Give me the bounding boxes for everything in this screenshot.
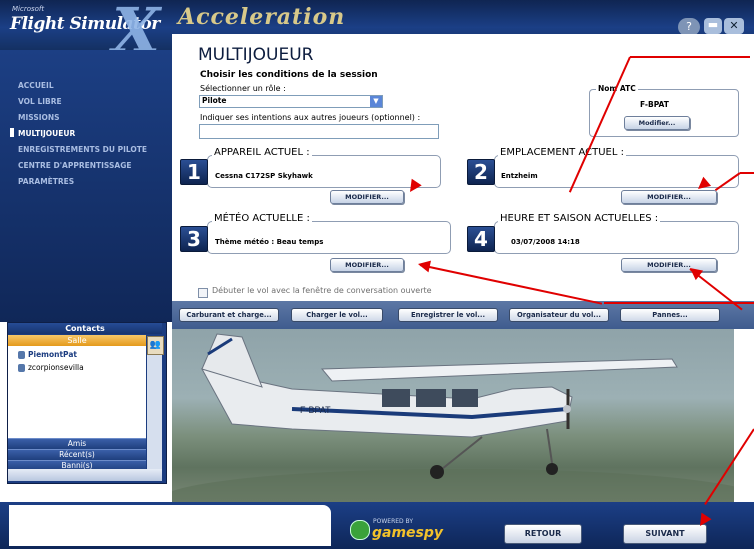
aircraft-preview-image: F-BPAT (172, 329, 734, 502)
add-contact-icon[interactable]: 👥 (147, 336, 164, 355)
time-section-title: HEURE ET SAISON ACTUELLES : (498, 213, 661, 224)
aircraft-value: Cessna C172SP Skyhawk (215, 172, 313, 180)
contact-list: PiemontPat zcorpionsevilla (8, 346, 146, 438)
fuel-payload-button[interactable]: Carburant et charge... (179, 308, 279, 322)
section-number-4: 4 (467, 226, 495, 252)
intentions-label: Indiquer ses intentions aux autres joueu… (200, 113, 421, 122)
chat-window-checkbox-label: Débuter le vol avec la fenêtre de conver… (212, 286, 432, 295)
weather-section-title: MÉTÉO ACTUELLE : (212, 213, 312, 224)
sidebar-nav (0, 50, 172, 322)
sidebar-item-centre-apprentissage[interactable]: CENTRE D'APPRENTISSAGE (18, 161, 131, 170)
atc-modify-button[interactable]: Modifier... (624, 116, 690, 130)
atc-name-value: F-BPAT (640, 100, 669, 109)
sidebar-item-enregistrements[interactable]: ENREGISTREMENTS DU PILOTE (18, 145, 147, 154)
page-title: MULTIJOUEUR (198, 45, 314, 65)
time-value: 03/07/2008 14:18 (511, 238, 580, 246)
close-icon[interactable]: ✕ (724, 18, 744, 34)
list-item[interactable]: PiemontPat (28, 350, 77, 359)
role-select-value: Pilote (202, 96, 227, 105)
role-select[interactable]: Pilote ▼ (199, 95, 383, 108)
powered-by-label: POWERED BY (373, 518, 414, 525)
intentions-input[interactable] (199, 124, 439, 139)
active-nav-marker (10, 128, 14, 137)
sidebar-item-parametres[interactable]: PARAMÈTRES (18, 177, 74, 186)
save-flight-button[interactable]: Enregistrer le vol... (398, 308, 498, 322)
chat-window-checkbox[interactable] (198, 288, 208, 298)
chevron-down-icon[interactable]: ▼ (370, 96, 382, 107)
section-number-2: 2 (467, 159, 495, 185)
annotation-line (740, 172, 754, 174)
cessna-illustration: F-BPAT (172, 333, 734, 502)
sidebar-item-missions[interactable]: MISSIONS (18, 113, 60, 122)
tab-salle[interactable]: Salle (8, 335, 146, 346)
location-section-title: EMPLACEMENT ACTUEL : (498, 147, 626, 158)
contacts-header[interactable]: Contacts (8, 323, 162, 334)
microsoft-wordmark: Microsoft (12, 5, 45, 13)
back-button[interactable]: RETOUR (504, 524, 582, 544)
location-value: Entzheim (501, 172, 538, 180)
weather-modify-button[interactable]: MODIFIER... (330, 258, 404, 272)
failures-button[interactable]: Pannes... (620, 308, 720, 322)
conditions-heading: Choisir les conditions de la session (200, 70, 378, 80)
tab-recents[interactable]: Récent(s) (8, 449, 146, 460)
section-number-3: 3 (180, 226, 208, 252)
right-margin (734, 329, 754, 502)
contacts-footer (8, 469, 162, 481)
sidebar-item-multijoueur[interactable]: MULTIJOUEUR (18, 129, 75, 138)
acceleration-logo: Acceleration (178, 4, 346, 30)
section-number-1: 1 (180, 159, 208, 185)
aircraft-modify-button[interactable]: MODIFIER... (330, 190, 404, 204)
next-button[interactable]: SUIVANT (623, 524, 707, 544)
sidebar-item-accueil[interactable]: ACCUEIL (18, 81, 54, 90)
aircraft-section-title: APPAREIL ACTUEL : (212, 147, 312, 158)
aircraft-registration: F-BPAT (300, 405, 331, 415)
contact-scrollbar[interactable] (147, 336, 162, 480)
annotation-line (630, 56, 750, 58)
gamespy-logo: gamespy (372, 525, 444, 541)
user-icon (18, 351, 25, 359)
role-label: Sélectionner un rôle : (200, 84, 286, 93)
gamespy-logo-icon (350, 520, 370, 540)
list-item[interactable]: zcorpionsevilla (28, 363, 84, 372)
flight-planner-button[interactable]: Organisateur du vol... (509, 308, 609, 322)
sidebar-item-vol-libre[interactable]: VOL LIBRE (18, 97, 62, 106)
user-icon (18, 364, 25, 372)
chat-input[interactable] (9, 505, 331, 546)
load-flight-button[interactable]: Charger le vol... (291, 308, 383, 322)
minimize-icon[interactable]: ▬ (704, 18, 722, 34)
annotation-arrowhead (416, 258, 431, 273)
tab-amis[interactable]: Amis (8, 438, 146, 449)
weather-value: Thème météo : Beau temps (215, 238, 324, 246)
